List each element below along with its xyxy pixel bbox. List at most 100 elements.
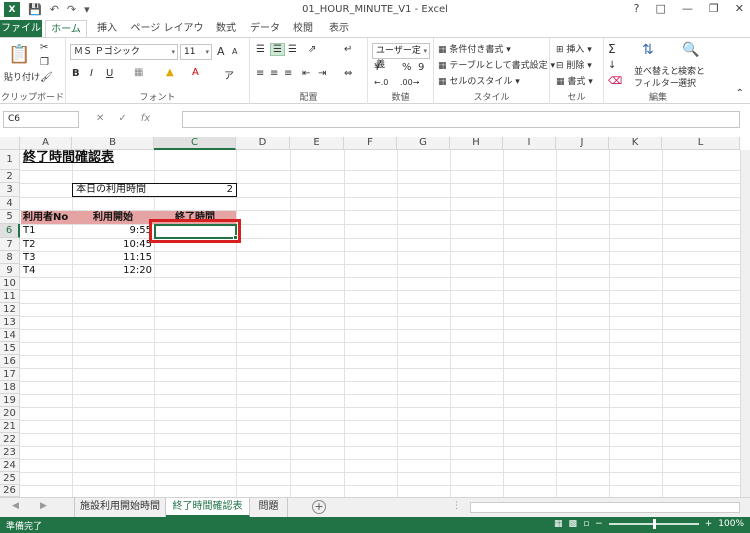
- row-header-21[interactable]: 21: [0, 420, 20, 433]
- row-header-17[interactable]: 17: [0, 368, 20, 381]
- tab-page-layout[interactable]: ページ レイアウト: [128, 20, 206, 52]
- align-top-icon[interactable]: ☰: [256, 44, 265, 55]
- orientation-icon[interactable]: ⇗: [308, 44, 316, 55]
- horizontal-scrollbar[interactable]: [470, 502, 740, 513]
- zoom-in-icon[interactable]: +: [705, 519, 713, 529]
- zoom-slider[interactable]: [608, 519, 699, 529]
- format-painter-icon[interactable]: 🖌: [40, 72, 53, 83]
- sheet-prev-icon[interactable]: ◀: [12, 501, 19, 511]
- row-header-12[interactable]: 12: [0, 303, 20, 316]
- row-header-19[interactable]: 19: [0, 394, 20, 407]
- row-header-18[interactable]: 18: [0, 381, 20, 394]
- tab-data[interactable]: データ: [247, 20, 283, 38]
- row-header-1[interactable]: 1: [0, 150, 20, 170]
- grow-font-button[interactable]: A: [217, 45, 225, 58]
- paste-button[interactable]: 貼り付け: [4, 70, 40, 83]
- selected-cell-c6[interactable]: [154, 224, 237, 239]
- comma-button[interactable]: 9: [418, 62, 424, 73]
- page-break-view-icon[interactable]: ▫: [583, 519, 589, 529]
- percent-button[interactable]: %: [402, 62, 412, 73]
- column-header-e[interactable]: E: [290, 137, 344, 150]
- row-header-13[interactable]: 13: [0, 316, 20, 329]
- align-middle-icon[interactable]: ☰: [270, 43, 285, 56]
- insert-function-button[interactable]: fx: [141, 113, 150, 124]
- column-header-j[interactable]: J: [556, 137, 609, 150]
- row-header-15[interactable]: 15: [0, 342, 20, 355]
- row-header-26[interactable]: 26: [0, 485, 20, 497]
- tab-file[interactable]: ファイル: [0, 20, 42, 38]
- help-icon[interactable]: ?: [634, 2, 640, 15]
- decrease-indent-icon[interactable]: ⇤: [302, 68, 310, 79]
- sheet-tab-problem[interactable]: 問題: [250, 498, 288, 517]
- column-header-i[interactable]: I: [503, 137, 556, 150]
- align-left-icon[interactable]: ≡: [256, 68, 264, 79]
- column-header-b[interactable]: B: [72, 137, 154, 150]
- row-header-23[interactable]: 23: [0, 446, 20, 459]
- fill-handle[interactable]: [233, 235, 238, 240]
- format-cells-button[interactable]: ▦ 書式 ▾: [556, 74, 593, 87]
- column-header-l[interactable]: L: [662, 137, 740, 150]
- restore-icon[interactable]: ❐: [709, 2, 719, 15]
- select-all-corner[interactable]: [0, 137, 20, 150]
- row-header-5[interactable]: 5: [0, 210, 20, 224]
- close-icon[interactable]: ✕: [735, 2, 744, 15]
- enter-icon[interactable]: ✓: [118, 113, 126, 124]
- row-header-20[interactable]: 20: [0, 407, 20, 420]
- clear-icon[interactable]: ⌫: [608, 76, 622, 87]
- align-bottom-icon[interactable]: ☰: [288, 44, 297, 55]
- underline-button[interactable]: U: [106, 68, 113, 79]
- fill-color-icon[interactable]: ▲: [166, 67, 174, 78]
- tab-insert[interactable]: 挿入: [90, 20, 124, 38]
- column-header-f[interactable]: F: [344, 137, 397, 150]
- conditional-format-button[interactable]: ▦ 条件付き書式 ▾: [438, 42, 511, 55]
- row-header-24[interactable]: 24: [0, 459, 20, 472]
- row-header-3[interactable]: 3: [0, 183, 20, 197]
- row-header-8[interactable]: 8: [0, 251, 20, 264]
- find-select-label-2[interactable]: 選択: [678, 76, 696, 89]
- row-header-14[interactable]: 14: [0, 329, 20, 342]
- cut-icon[interactable]: ✂: [40, 42, 48, 53]
- row-header-16[interactable]: 16: [0, 355, 20, 368]
- number-format-select[interactable]: ユーザー定義 ▾: [372, 43, 430, 70]
- formula-input[interactable]: [182, 111, 740, 128]
- border-icon[interactable]: ▦: [134, 67, 143, 78]
- shrink-font-button[interactable]: A: [232, 47, 237, 56]
- bold-button[interactable]: B: [72, 68, 80, 79]
- fill-icon[interactable]: ↓: [608, 60, 616, 71]
- format-as-table-button[interactable]: ▦ テーブルとして書式設定 ▾: [438, 58, 555, 71]
- font-name-select[interactable]: ＭＳ Ｐゴシック ▾: [70, 44, 178, 60]
- row-header-9[interactable]: 9: [0, 264, 20, 277]
- sheet-tab-start-time[interactable]: 施設利用開始時間: [74, 498, 166, 517]
- column-header-c[interactable]: C: [154, 137, 236, 150]
- sort-filter-label-2[interactable]: フィルター: [634, 76, 679, 89]
- paste-icon[interactable]: 📋: [8, 44, 30, 65]
- worksheet-grid[interactable]: A B C D E F G H I J K L 1 2 3 4 5 6 7 8 …: [0, 137, 750, 497]
- increase-indent-icon[interactable]: ⇥: [318, 68, 326, 79]
- align-right-icon[interactable]: ≡: [284, 68, 292, 79]
- row-header-2[interactable]: 2: [0, 170, 20, 183]
- tab-home[interactable]: ホーム: [45, 20, 87, 38]
- row-header-4[interactable]: 4: [0, 197, 20, 210]
- insert-cells-button[interactable]: ⊞ 挿入 ▾: [556, 42, 592, 55]
- row-header-6[interactable]: 6: [0, 224, 20, 238]
- tab-view[interactable]: 表示: [323, 20, 355, 38]
- merge-center-icon[interactable]: ⇔: [344, 68, 352, 79]
- tab-split-handle[interactable]: ⋮: [452, 501, 461, 511]
- add-sheet-button[interactable]: +: [312, 500, 326, 514]
- row-header-7[interactable]: 7: [0, 238, 20, 251]
- tab-formulas[interactable]: 数式: [210, 20, 242, 38]
- sheet-next-icon[interactable]: ▶: [40, 501, 47, 511]
- minimize-icon[interactable]: —: [682, 2, 693, 15]
- row-header-10[interactable]: 10: [0, 277, 20, 290]
- normal-view-icon[interactable]: ▦: [554, 519, 563, 529]
- zoom-out-icon[interactable]: −: [595, 519, 603, 529]
- page-layout-view-icon[interactable]: ▩: [569, 519, 578, 529]
- phonetic-icon[interactable]: ア: [224, 67, 234, 82]
- font-size-select[interactable]: 11 ▾: [180, 44, 212, 60]
- usage-value[interactable]: 2: [154, 184, 235, 196]
- zoom-level[interactable]: 100%: [718, 519, 744, 529]
- currency-icon[interactable]: ¥: [374, 62, 380, 73]
- align-center-icon[interactable]: ≡: [270, 68, 278, 79]
- cancel-icon[interactable]: ✕: [96, 113, 104, 124]
- cell-styles-button[interactable]: ▦ セルのスタイル ▾: [438, 74, 520, 87]
